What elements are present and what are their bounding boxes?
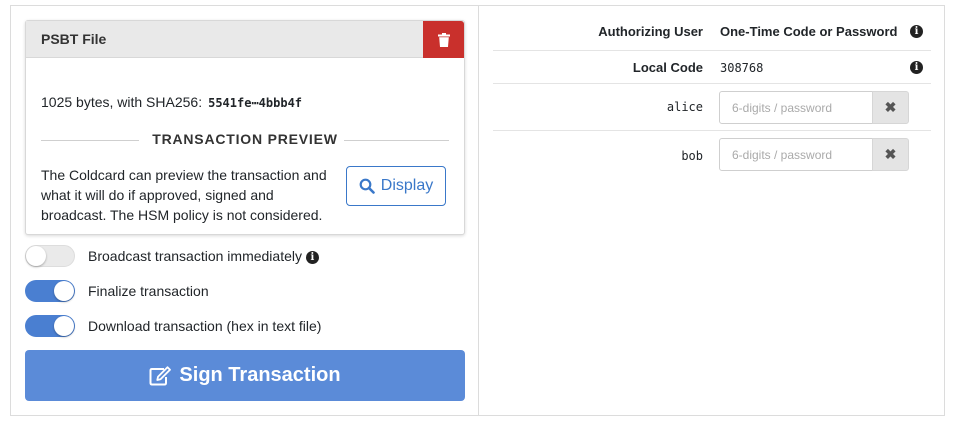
user-name: bob — [681, 149, 703, 163]
sign-transaction-label: Sign Transaction — [179, 364, 341, 386]
transaction-preview-title: TRANSACTION PREVIEW — [152, 131, 338, 147]
psbt-card-title: PSBT File — [41, 31, 107, 47]
user-name: alice — [666, 100, 703, 114]
finalize-option: Finalize transaction — [25, 280, 209, 302]
info-icon[interactable]: i — [305, 250, 319, 264]
transaction-preview-heading: TRANSACTION PREVIEW — [41, 131, 449, 151]
psbt-file-card: PSBT File 1025 bytes, with SHA256: 5541fe… — [25, 20, 465, 235]
user-row: alice ✖ — [493, 84, 931, 131]
close-icon: ✖ — [884, 99, 897, 115]
toggle-knob — [26, 246, 46, 266]
display-button[interactable]: Display — [346, 166, 446, 206]
signing-panel: PSBT File 1025 bytes, with SHA256: 5541fe… — [10, 5, 945, 416]
local-code-value: 308768 — [720, 61, 764, 75]
psbt-size-text: 1025 bytes, with SHA256: — [41, 94, 203, 110]
download-toggle[interactable] — [25, 315, 75, 337]
bob-clear-button[interactable]: ✖ — [872, 138, 909, 171]
local-code-label: Local Code — [632, 60, 703, 75]
col-one-time-code: One-Time Code or Password — [720, 24, 898, 39]
close-icon: ✖ — [884, 146, 897, 162]
delete-psbt-button[interactable] — [423, 21, 464, 58]
broadcast-label-text: Broadcast transaction immediately — [88, 248, 302, 264]
display-button-label: Display — [380, 177, 434, 194]
bob-password-input[interactable] — [719, 138, 873, 171]
col-authorizing-user: Authorizing User — [598, 24, 703, 39]
download-option: Download transaction (hex in text file) — [25, 315, 321, 337]
sign-transaction-button[interactable]: Sign Transaction — [25, 350, 465, 401]
broadcast-option: Broadcast transaction immediately i — [25, 245, 319, 267]
table-header-row: Authorizing User One-Time Code or Passwo… — [493, 15, 931, 51]
finalize-toggle[interactable] — [25, 280, 75, 302]
psbt-size-line: 1025 bytes, with SHA256: 5541fe⋯4bbb4f — [41, 94, 302, 110]
edit-icon — [149, 365, 172, 385]
search-icon — [359, 178, 375, 194]
info-icon[interactable]: i — [910, 61, 923, 74]
preview-description: The Coldcard can preview the transaction… — [41, 167, 327, 223]
broadcast-toggle[interactable] — [25, 245, 75, 267]
alice-password-input[interactable] — [719, 91, 873, 124]
toggle-knob — [54, 316, 74, 336]
toggle-knob — [54, 281, 74, 301]
finalize-label: Finalize transaction — [88, 283, 209, 299]
info-icon[interactable]: i — [910, 25, 923, 38]
panel-divider — [478, 6, 479, 415]
download-label: Download transaction (hex in text file) — [88, 318, 322, 334]
psbt-card-header: PSBT File — [26, 21, 464, 58]
heading-rule-right — [344, 140, 449, 141]
broadcast-label: Broadcast transaction immediately i — [88, 248, 319, 264]
alice-clear-button[interactable]: ✖ — [872, 91, 909, 124]
psbt-sha256: 5541fe⋯4bbb4f — [208, 96, 303, 110]
local-code-row: Local Code 308768 i — [493, 51, 931, 84]
trash-icon — [437, 32, 450, 47]
user-row: bob ✖ — [493, 131, 931, 178]
